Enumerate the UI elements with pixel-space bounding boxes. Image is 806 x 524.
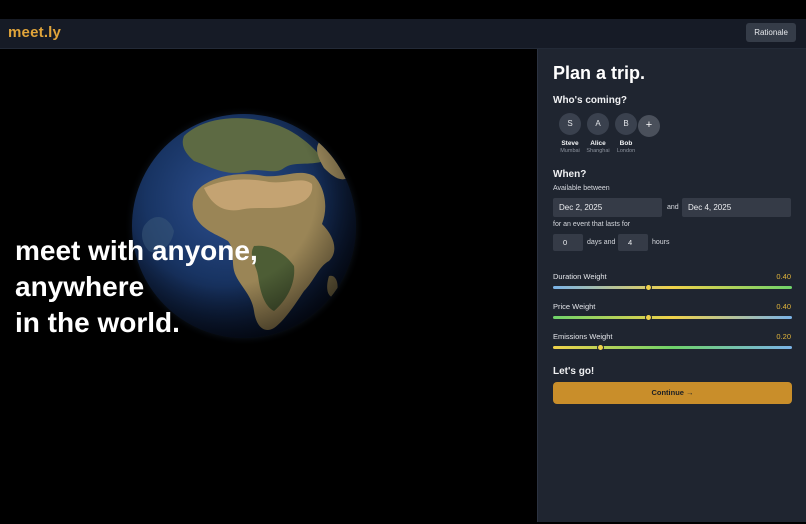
headline-line-1: meet with anyone,	[15, 235, 258, 266]
add-attendee-button[interactable]: +	[638, 115, 660, 137]
attendee-bob[interactable]: B Bob London	[612, 113, 640, 154]
whos-coming-heading: Who's coming?	[553, 95, 628, 106]
end-date-input[interactable]: Dec 4, 2025	[682, 198, 791, 217]
attendee-city: London	[616, 148, 636, 154]
emissions-weight-value: 0.20	[776, 332, 791, 341]
emissions-weight-label: Emissions Weight	[553, 332, 613, 341]
duration-weight-slider[interactable]	[553, 284, 792, 291]
start-date-input[interactable]: Dec 2, 2025	[553, 198, 662, 217]
hero-headline: meet with anyone, anywhere in the world.	[15, 233, 258, 341]
days-and-label: days and	[587, 239, 616, 246]
avatar: B	[615, 113, 637, 135]
emissions-weight-slider[interactable]	[553, 344, 792, 351]
headline-line-2: anywhere	[15, 271, 145, 302]
lets-go-heading: Let's go!	[553, 366, 595, 377]
avatar: S	[559, 113, 581, 135]
event-lasts-label: for an event that lasts for	[553, 221, 631, 228]
attendee-steve[interactable]: S Steve Mumbai	[556, 113, 584, 154]
app-header: meet.ly Rationale	[0, 19, 806, 49]
price-weight-label: Price Weight	[553, 302, 596, 311]
hero-section: meet with anyone, anywhere in the world.	[0, 50, 537, 522]
slider-thumb[interactable]	[645, 314, 653, 321]
avatar: A	[587, 113, 609, 135]
attendee-name: Steve	[561, 140, 579, 147]
duration-weight-label: Duration Weight	[553, 272, 607, 281]
app-logo[interactable]: meet.ly	[8, 24, 61, 41]
rationale-button[interactable]: Rationale	[746, 23, 796, 42]
headline-line-3: in the world.	[15, 307, 180, 338]
continue-button[interactable]: Continue →	[553, 382, 792, 404]
top-black-bar	[0, 0, 806, 19]
attendee-alice[interactable]: A Alice Shanghai	[584, 113, 612, 154]
attendee-name: Alice	[590, 140, 606, 147]
price-weight-slider[interactable]	[553, 314, 792, 321]
days-input[interactable]: 0	[553, 234, 583, 251]
when-heading: When?	[553, 169, 587, 180]
price-weight-value: 0.40	[776, 302, 791, 311]
hours-label: hours	[652, 239, 670, 246]
plan-trip-panel: Plan a trip. Who's coming? S Steve Mumba…	[537, 49, 806, 522]
panel-title: Plan a trip.	[553, 63, 646, 83]
attendee-city: Shanghai	[586, 148, 610, 154]
available-between-label: Available between	[553, 185, 610, 192]
attendee-name: Bob	[619, 140, 633, 147]
slider-thumb[interactable]	[597, 344, 605, 351]
duration-weight-value: 0.40	[776, 272, 791, 281]
attendee-city: Mumbai	[560, 148, 580, 154]
and-label: and	[667, 204, 679, 211]
hours-input[interactable]: 4	[618, 234, 648, 251]
slider-thumb[interactable]	[645, 284, 653, 291]
